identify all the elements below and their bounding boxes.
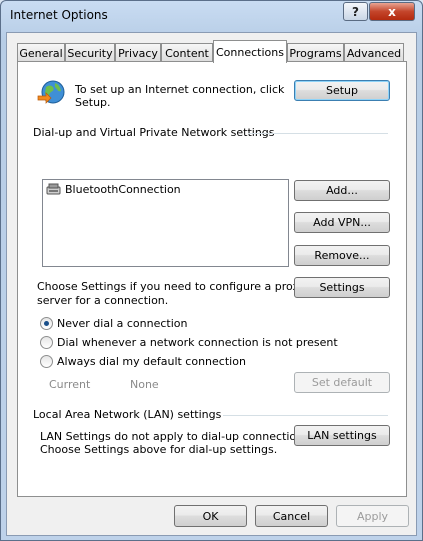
- radio-dial-whenever[interactable]: [40, 336, 53, 349]
- tab-content[interactable]: Content: [161, 43, 213, 62]
- close-icon: x: [388, 4, 396, 19]
- lan-heading: Local Area Network (LAN) settings: [33, 408, 222, 421]
- help-button[interactable]: ?: [343, 2, 368, 21]
- radio-always-dial-label[interactable]: Always dial my default connection: [57, 355, 246, 368]
- radio-always-dial[interactable]: [40, 355, 53, 368]
- help-icon: ?: [352, 4, 359, 19]
- tab-advanced[interactable]: Advanced: [344, 43, 404, 62]
- proxy-settings-text-line2: server for a connection.: [37, 294, 169, 307]
- tab-general[interactable]: General: [17, 43, 65, 62]
- window-title: Internet Options: [10, 8, 108, 22]
- dialog-body: General Security Privacy Content Connect…: [6, 32, 417, 536]
- connections-panel: To set up an Internet connection, click …: [17, 61, 407, 497]
- dialup-heading: Dial-up and Virtual Private Network sett…: [33, 126, 275, 139]
- radio-dial-whenever-label[interactable]: Dial whenever a network connection is no…: [57, 336, 338, 349]
- setup-button[interactable]: Setup: [294, 80, 390, 101]
- globe-icon: [37, 80, 65, 104]
- lan-settings-button[interactable]: LAN settings: [294, 425, 390, 446]
- setup-description-line2: Setup.: [75, 96, 111, 109]
- ok-button[interactable]: OK: [174, 505, 247, 527]
- lan-text-line1: LAN Settings do not apply to dial-up con…: [40, 430, 313, 443]
- tab-connections[interactable]: Connections: [213, 40, 287, 63]
- list-item[interactable]: BluetoothConnection: [46, 182, 181, 196]
- apply-button[interactable]: Apply: [336, 505, 409, 527]
- cancel-button[interactable]: Cancel: [255, 505, 328, 527]
- radio-never-dial-label[interactable]: Never dial a connection: [57, 317, 187, 330]
- tab-privacy[interactable]: Privacy: [115, 43, 161, 62]
- internet-options-window: Internet Options ? x General Security Pr…: [0, 0, 423, 541]
- lan-divider: [223, 415, 388, 416]
- setup-description-line1: To set up an Internet connection, click: [75, 83, 285, 96]
- radio-never-dial[interactable]: [40, 317, 53, 330]
- current-value: None: [130, 378, 159, 391]
- add-vpn-button[interactable]: Add VPN...: [294, 212, 390, 233]
- add-button[interactable]: Add...: [294, 180, 390, 201]
- close-button[interactable]: x: [369, 2, 415, 21]
- dialup-connection-icon: [46, 183, 61, 195]
- proxy-settings-text-line1: Choose Settings if you need to configure…: [37, 280, 306, 293]
- dialup-divider: [248, 133, 388, 134]
- settings-button[interactable]: Settings: [294, 277, 390, 298]
- connections-list[interactable]: BluetoothConnection: [42, 179, 289, 267]
- title-bar[interactable]: Internet Options ? x: [1, 1, 422, 31]
- set-default-button[interactable]: Set default: [294, 372, 390, 393]
- current-label: Current: [49, 378, 91, 391]
- tab-security[interactable]: Security: [65, 43, 115, 62]
- lan-text-line2: Choose Settings above for dial-up settin…: [40, 443, 278, 456]
- tab-programs[interactable]: Programs: [287, 43, 344, 62]
- remove-button[interactable]: Remove...: [294, 245, 390, 266]
- connection-name: BluetoothConnection: [65, 182, 181, 196]
